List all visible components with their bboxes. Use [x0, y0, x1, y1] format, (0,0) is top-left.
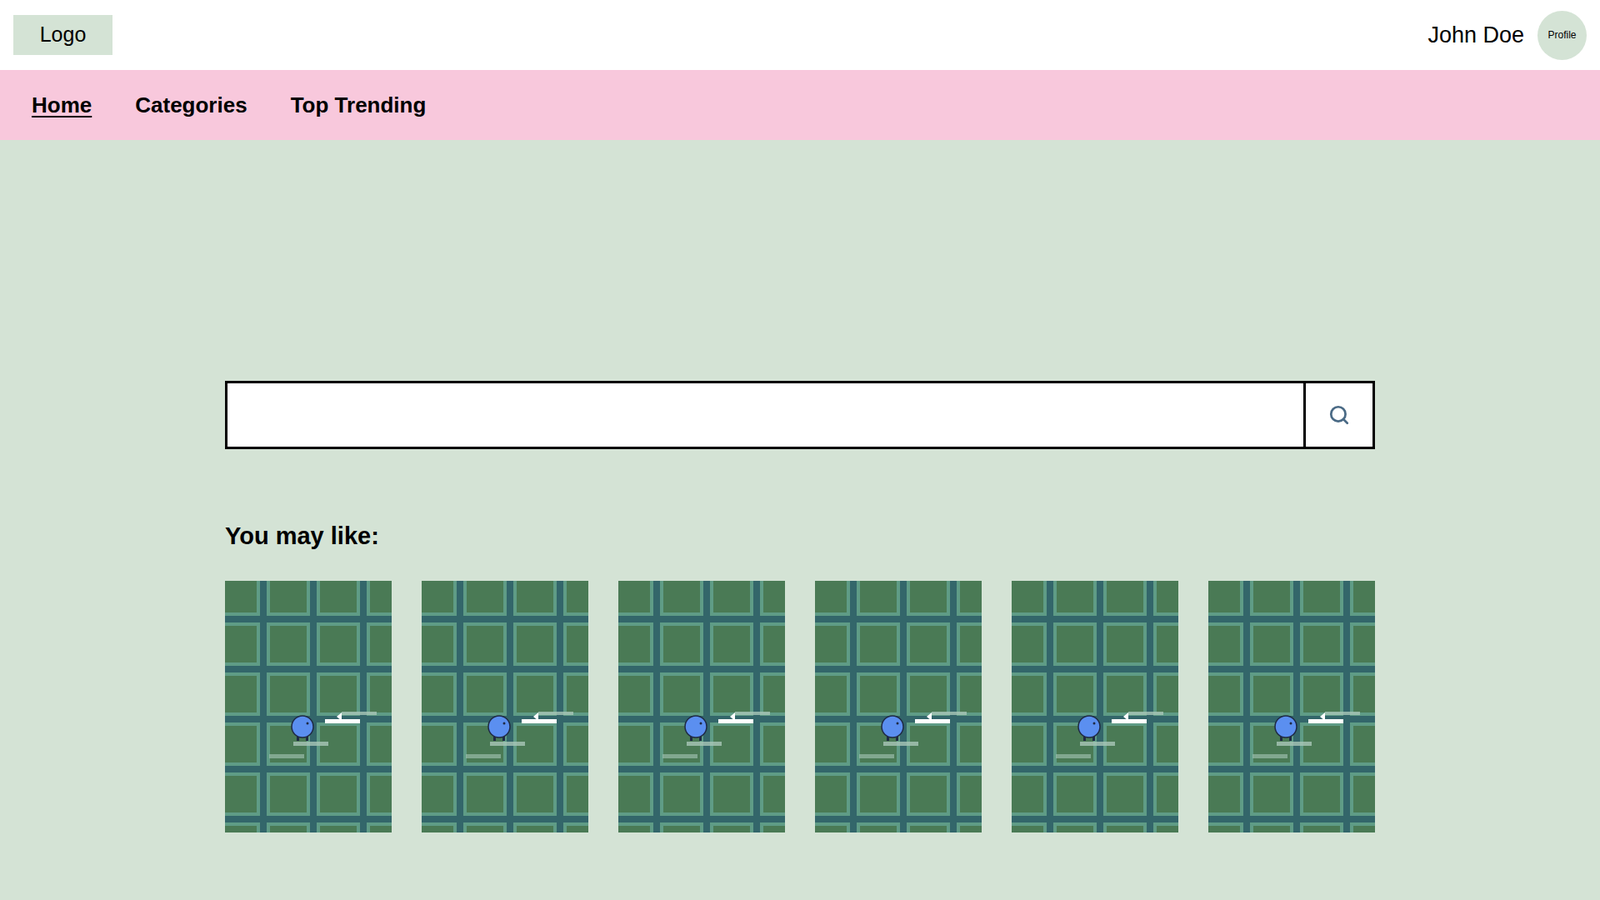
game-thumbnail[interactable]	[1011, 580, 1179, 833]
nav-item[interactable]: Top Trending	[290, 89, 427, 122]
user-name: John Doe	[1427, 18, 1525, 53]
nav-item[interactable]: Home	[31, 89, 92, 122]
profile-avatar[interactable]: Profile	[1537, 10, 1587, 60]
game-thumbnail[interactable]	[421, 580, 589, 833]
nav-bar: Home Categories Top Trending	[0, 70, 1600, 140]
game-thumbnail[interactable]	[815, 580, 982, 833]
game-thumbnail[interactable]	[618, 580, 785, 833]
logo[interactable]: Logo	[13, 15, 113, 55]
top-bar: Logo John Doe Profile	[0, 0, 1600, 70]
magnifier-icon	[1328, 404, 1350, 426]
nav-item[interactable]: Categories	[135, 89, 247, 122]
game-thumbnail[interactable]	[225, 580, 392, 833]
game-thumbnail[interactable]	[1208, 580, 1375, 833]
search-input[interactable]	[227, 383, 1304, 447]
main-content: You may like:	[0, 140, 1600, 900]
search-bar	[225, 380, 1375, 450]
search-button[interactable]	[1303, 383, 1373, 447]
page: Logo John Doe Profile Home Categories Top Tre…	[0, 0, 1600, 900]
recommendation-list	[225, 580, 1375, 833]
user-area[interactable]: John Doe Profile	[1427, 10, 1587, 60]
section-title: You may like:	[225, 520, 1375, 551]
